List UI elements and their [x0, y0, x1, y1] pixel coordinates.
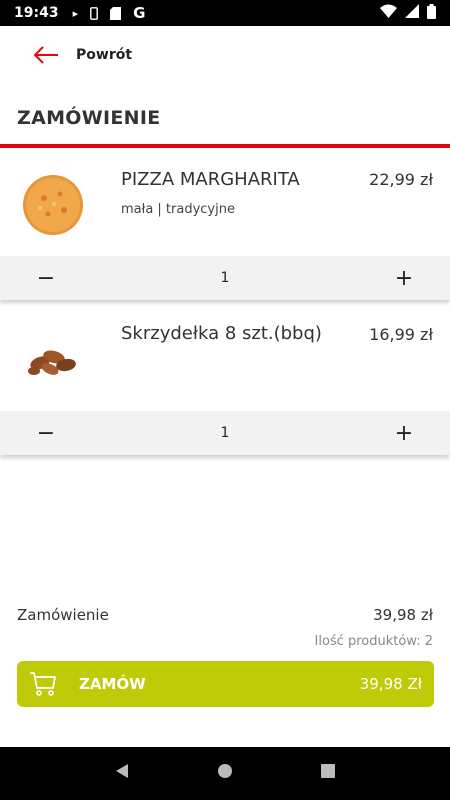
item-price: 22,99 zł [369, 170, 433, 189]
nav-back-icon[interactable] [114, 763, 130, 784]
order-item: Skrzydełka 8 szt.(bbq) 16,99 zł − 1 + [0, 307, 450, 457]
item-description: mała | tradycyjne [121, 202, 235, 217]
cart-icon [29, 671, 57, 697]
pizza-image [20, 172, 86, 238]
app-header: Powrót [0, 26, 450, 84]
page-title: ZAMÓWIENIE [17, 107, 161, 129]
decrease-quantity-button[interactable]: − [36, 421, 56, 446]
play-icon: ▸ [72, 6, 79, 20]
phone-icon [90, 6, 99, 20]
item-price: 16,99 zł [369, 325, 433, 344]
quantity-stepper: − 1 + [0, 411, 450, 455]
summary-label: Zamówienie [17, 606, 109, 624]
order-button-label: ZAMÓW [79, 675, 146, 693]
increase-quantity-button[interactable]: + [394, 421, 414, 446]
status-time: 19:43 [14, 5, 59, 21]
order-item: PIZZA MARGHARITA 22,99 zł mała | tradycy… [0, 152, 450, 302]
item-name: Skrzydełka 8 szt.(bbq) [121, 323, 322, 344]
order-button-total: 39,98 Zł [359, 675, 422, 693]
system-nav-bar [0, 747, 450, 800]
decrease-quantity-button[interactable]: − [36, 266, 56, 291]
google-icon: G [133, 4, 146, 22]
quantity-value: 1 [220, 425, 230, 441]
wifi-icon [380, 4, 397, 22]
back-button[interactable]: Powrót [76, 47, 132, 63]
quantity-value: 1 [220, 270, 230, 286]
quantity-stepper: − 1 + [0, 256, 450, 300]
order-button[interactable]: ZAMÓW 39,98 Zł [17, 661, 434, 707]
nav-home-icon[interactable] [217, 763, 233, 784]
product-count: Ilość produktów: 2 [314, 634, 434, 649]
item-name: PIZZA MARGHARITA [121, 169, 300, 190]
sd-card-icon [110, 6, 122, 20]
battery-icon [427, 3, 436, 23]
chicken-wings-image [20, 329, 86, 395]
back-arrow-icon[interactable] [32, 45, 60, 65]
signal-icon [405, 4, 419, 22]
nav-recents-icon[interactable] [320, 763, 336, 784]
increase-quantity-button[interactable]: + [394, 266, 414, 291]
page-title-bar: ZAMÓWIENIE [0, 92, 450, 148]
status-bar: 19:43 ▸ G [0, 0, 450, 26]
summary-total: 39,98 zł [373, 606, 433, 624]
